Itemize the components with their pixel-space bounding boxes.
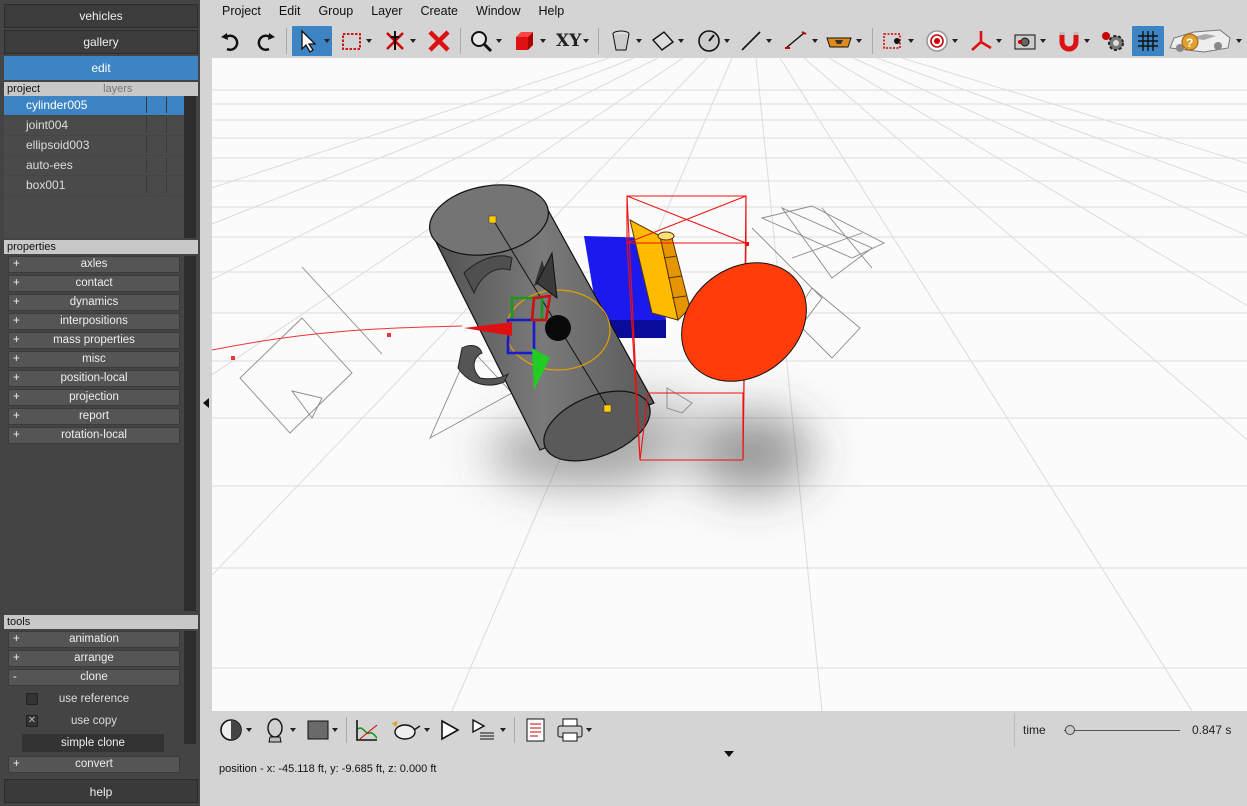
edit-button[interactable]: edit	[4, 56, 198, 80]
time-label: time	[1023, 723, 1046, 737]
play-icon[interactable]	[438, 715, 462, 745]
gear-settings-icon[interactable]	[1098, 26, 1126, 56]
project-tab[interactable]: project	[7, 83, 40, 95]
list-item[interactable]: auto-ees	[4, 156, 184, 176]
tool-clone[interactable]: - clone	[8, 669, 180, 686]
gauge-icon[interactable]	[696, 26, 730, 56]
simple-clone-button[interactable]: simple clone	[22, 734, 164, 752]
properties-scrollbar[interactable]	[184, 256, 196, 611]
menubar: Project Edit Group Layer Create Window Help	[212, 0, 1247, 22]
properties-list: + axles + contact + dynamics + interposition…	[8, 256, 180, 446]
menu-layer[interactable]: Layer	[361, 0, 410, 18]
property-mass-properties[interactable]: + mass properties	[8, 332, 180, 349]
camera-icon[interactable]	[1012, 26, 1046, 56]
list-item[interactable]: ellipsoid003	[4, 136, 184, 156]
use-copy-checkbox[interactable]: ✕	[26, 715, 38, 727]
marquee-select-icon[interactable]	[340, 26, 372, 56]
project-list: cylinder005 joint004 ellipsoid003 auto-e…	[4, 96, 184, 238]
list-item-label: joint004	[26, 118, 69, 132]
plane-icon[interactable]	[650, 26, 684, 56]
list-item-label: box001	[26, 178, 66, 192]
tool-animation[interactable]: + animation	[8, 631, 180, 648]
project-section-header: project layers	[4, 82, 198, 96]
magnet-icon[interactable]	[1056, 26, 1090, 56]
camera-box-icon[interactable]	[880, 26, 914, 56]
help-button[interactable]: help	[4, 779, 198, 803]
tool-arrange[interactable]: + arrange	[8, 650, 180, 667]
bone-delete-icon[interactable]	[382, 26, 416, 56]
tools-scrollbar[interactable]	[184, 631, 196, 744]
layers-tab[interactable]: layers	[103, 83, 132, 95]
list-item[interactable]: box001	[4, 176, 184, 196]
undo-icon[interactable]	[218, 26, 244, 56]
menu-group[interactable]: Group	[308, 0, 361, 18]
delete-icon[interactable]	[426, 26, 452, 56]
3d-viewport[interactable]	[212, 58, 1247, 711]
property-projection[interactable]: + projection	[8, 389, 180, 406]
menu-edit[interactable]: Edit	[269, 0, 309, 18]
property-contact[interactable]: + contact	[8, 275, 180, 292]
list-item-label: ellipsoid003	[26, 138, 90, 152]
list-item[interactable]: joint004	[4, 116, 184, 136]
head-view-icon[interactable]	[262, 715, 296, 745]
xy-plane-label[interactable]: XY	[556, 26, 590, 56]
time-slider-knob[interactable]	[1064, 725, 1075, 735]
graph-icon[interactable]	[354, 715, 380, 745]
target-icon[interactable]	[924, 26, 958, 56]
property-rotation-local[interactable]: + rotation-local	[8, 427, 180, 444]
menu-project[interactable]: Project	[212, 0, 269, 18]
zoom-icon[interactable]	[468, 26, 502, 56]
measure-icon[interactable]	[782, 26, 818, 56]
list-item[interactable]: cylinder005	[4, 96, 184, 116]
vehicle-icon[interactable]	[824, 26, 862, 56]
collapse-panel-icon[interactable]	[203, 398, 209, 408]
property-report[interactable]: + report	[8, 408, 180, 425]
property-dynamics[interactable]: + dynamics	[8, 294, 180, 311]
bottom-bar: time 0.847 s position - x: -45.118 ft, y…	[212, 711, 1247, 806]
property-misc[interactable]: + misc	[8, 351, 180, 368]
use-reference-label: use reference	[58, 693, 130, 705]
list-item-label: cylinder005	[26, 98, 88, 112]
tools-header: tools	[4, 615, 198, 629]
use-reference-checkbox[interactable]	[26, 693, 38, 705]
redo-icon[interactable]	[252, 26, 278, 56]
shading-sphere-icon[interactable]	[218, 715, 252, 745]
bucket-icon[interactable]	[608, 26, 642, 56]
properties-header: properties	[4, 240, 198, 254]
use-copy-option[interactable]: ✕ use copy	[8, 710, 180, 732]
menu-create[interactable]: Create	[410, 0, 466, 18]
help-icon[interactable]: ?	[1164, 26, 1242, 56]
use-reference-option[interactable]: use reference	[8, 688, 180, 710]
project-scrollbar[interactable]	[184, 96, 196, 238]
time-slider[interactable]	[1064, 725, 1180, 735]
play-list-icon[interactable]	[470, 715, 506, 745]
menu-window[interactable]: Window	[466, 0, 528, 18]
property-position-local[interactable]: + position-local	[8, 370, 180, 387]
list-item-label: auto-ees	[26, 158, 73, 172]
printer-icon[interactable]	[556, 715, 592, 745]
grid-icon[interactable]	[1132, 26, 1164, 56]
report-icon[interactable]	[524, 715, 548, 745]
expand-timeline-icon[interactable]	[724, 751, 734, 757]
tool-convert[interactable]: + convert	[8, 756, 180, 773]
svg-text:?: ?	[1186, 36, 1193, 50]
axis-icon[interactable]	[968, 26, 1002, 56]
line-icon[interactable]	[738, 26, 772, 56]
gallery-button[interactable]: gallery	[4, 30, 198, 54]
teapot-icon[interactable]	[390, 715, 430, 745]
left-panel: vehicles gallery edit project layers cyl…	[0, 0, 200, 806]
convert-group: + convert	[8, 756, 180, 775]
vehicles-button[interactable]: vehicles	[4, 4, 198, 28]
tools-list: + animation + arrange - clone use reference…	[8, 631, 180, 752]
time-value: 0.847 s	[1192, 723, 1232, 737]
property-interpositions[interactable]: + interpositions	[8, 313, 180, 330]
position-status: position - x: -45.118 ft, y: -9.685 ft, …	[219, 763, 437, 775]
menu-help[interactable]: Help	[528, 0, 572, 18]
select-arrow-icon[interactable]	[292, 26, 332, 56]
cube-icon[interactable]	[512, 26, 546, 56]
property-axles[interactable]: + axles	[8, 256, 180, 273]
color-swatch-icon[interactable]	[306, 715, 338, 745]
toolbar: XY ?	[212, 24, 1247, 58]
use-copy-label: use copy	[70, 715, 118, 727]
